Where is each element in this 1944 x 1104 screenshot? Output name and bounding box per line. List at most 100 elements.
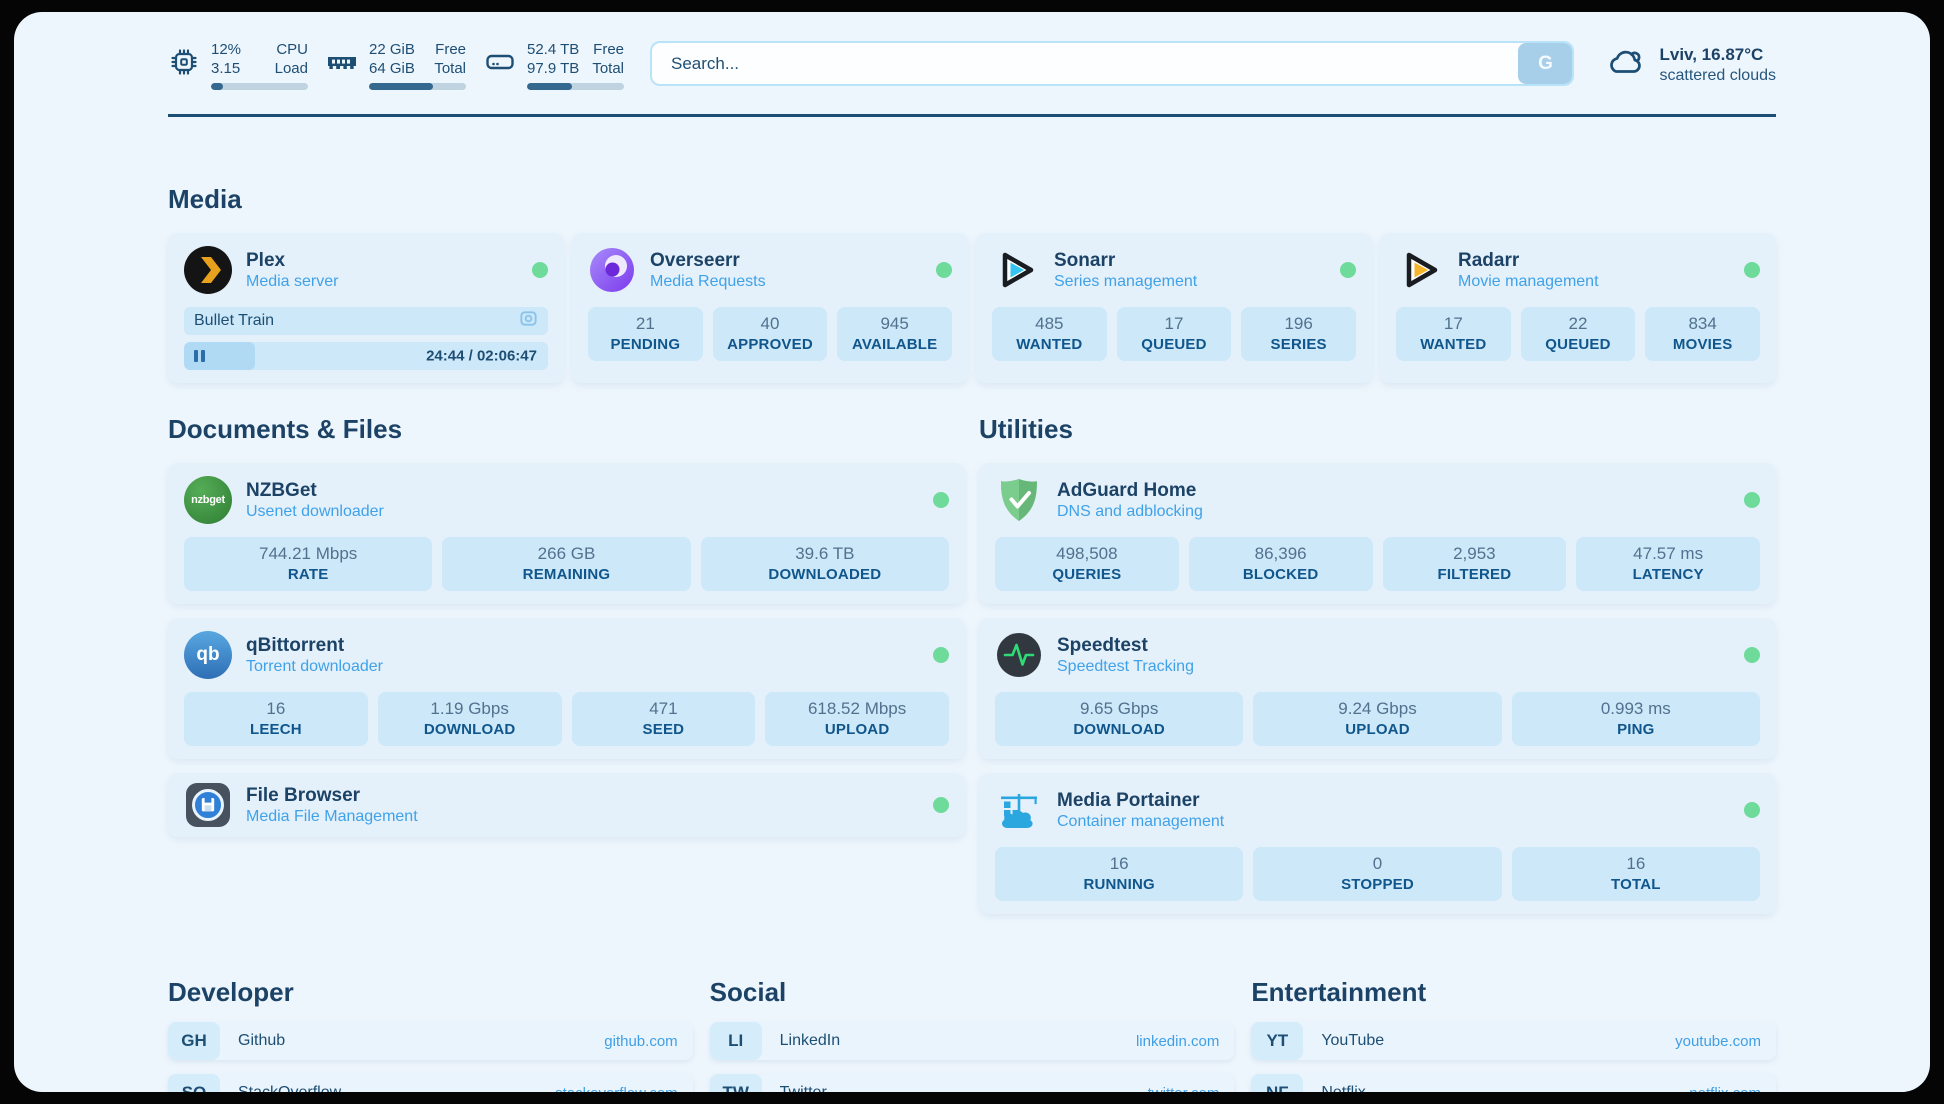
pause-icon[interactable] [194, 350, 205, 362]
stat-box: 21 PENDING [588, 307, 703, 361]
stat-value: 945 [841, 313, 948, 335]
search-bar: G [650, 41, 1574, 86]
media-card-grid: Plex Media server Bullet Train 24:44 / 0… [168, 233, 1776, 383]
stat-value: 2,953 [1387, 543, 1563, 565]
stat-value: 196 [1245, 313, 1352, 335]
app-name: qBittorrent [246, 634, 383, 657]
disk-progress-fill [527, 83, 572, 90]
stat-box: 9.65 Gbps DOWNLOAD [995, 692, 1243, 746]
stat-value: 17 [1400, 313, 1507, 335]
cpu-stat-widget: 12% 3.15 CPU Load [168, 40, 308, 90]
app-card-radarr[interactable]: Radarr Movie management 17 WANTED 22 QUE… [1380, 233, 1776, 383]
bookmark-url[interactable]: twitter.com [1148, 1085, 1220, 1093]
app-card-sonarr[interactable]: Sonarr Series management 485 WANTED 17 Q… [976, 233, 1372, 383]
stat-label: RATE [188, 565, 428, 584]
stat-value: 618.52 Mbps [769, 698, 945, 720]
ram-free: 22 GiB [369, 40, 415, 59]
section-title-media: Media [168, 183, 1776, 215]
cpu-percent: 12% [211, 40, 241, 59]
stat-value: 744.21 Mbps [188, 543, 428, 565]
cpu-load-label: Load [275, 59, 308, 78]
search-button[interactable]: G [1518, 43, 1572, 84]
bookmark-url[interactable]: linkedin.com [1136, 1033, 1219, 1050]
status-dot [933, 492, 949, 508]
bookmark-twitter[interactable]: TW Twitter twitter.com [710, 1074, 1235, 1092]
bookmark-url[interactable]: stackoverflow.com [555, 1085, 678, 1093]
stat-value: 40 [717, 313, 824, 335]
bookmark-name: LinkedIn [780, 1032, 1136, 1050]
section-title-developer: Developer [168, 976, 693, 1008]
playback-time: 24:44 / 02:06:47 [426, 348, 537, 365]
dashboard-page: 12% 3.15 CPU Load [14, 12, 1930, 1092]
app-name: NZBGet [246, 479, 384, 502]
stat-box: 471 SEED [572, 692, 756, 746]
topbar-divider [168, 114, 1776, 117]
bookmark-url[interactable]: youtube.com [1675, 1033, 1761, 1050]
stat-box: 498,508 QUERIES [995, 537, 1179, 591]
stat-value: 9.24 Gbps [1257, 698, 1497, 720]
status-dot [1340, 262, 1356, 278]
system-stats: 12% 3.15 CPU Load [168, 40, 624, 90]
portainer-icon [995, 786, 1043, 834]
app-card-portainer[interactable]: Media Portainer Container management 16 … [979, 773, 1776, 914]
stat-value: 16 [188, 698, 364, 720]
bookmark-url[interactable]: github.com [604, 1033, 677, 1050]
app-card-speedtest[interactable]: Speedtest Speedtest Tracking 9.65 Gbps D… [979, 618, 1776, 759]
stat-box: 17 WANTED [1396, 307, 1511, 361]
weather-location: Lviv, 16.87°C [1659, 44, 1776, 66]
speedtest-icon [995, 631, 1043, 679]
section-title-utilities: Utilities [979, 413, 1776, 445]
nzbget-icon: nzbget [184, 476, 232, 524]
search-input[interactable] [652, 43, 1518, 84]
stat-label: WANTED [1400, 335, 1507, 354]
app-card-overseerr[interactable]: Overseerr Media Requests 21 PENDING 40 A… [572, 233, 968, 383]
stat-label: SEED [576, 720, 752, 739]
bookmark-stackoverflow[interactable]: SO StackOverflow stackoverflow.com [168, 1074, 693, 1092]
app-description: Media File Management [246, 807, 418, 827]
stat-label: DOWNLOADED [705, 565, 945, 584]
bookmark-youtube[interactable]: YT YouTube youtube.com [1251, 1022, 1776, 1060]
status-dot [1744, 492, 1760, 508]
stat-box: 0.993 ms PING [1512, 692, 1760, 746]
ram-progress-fill [369, 83, 433, 90]
stat-box: 16 RUNNING [995, 847, 1243, 901]
disk-total-label: Total [592, 59, 624, 78]
stat-value: 0.993 ms [1516, 698, 1756, 720]
stat-box: 9.24 Gbps UPLOAD [1253, 692, 1501, 746]
app-description: Media server [246, 272, 338, 292]
stat-box: 618.52 Mbps UPLOAD [765, 692, 949, 746]
stat-value: 1.19 Gbps [382, 698, 558, 720]
stat-value: 485 [996, 313, 1103, 335]
disk-icon [484, 46, 516, 90]
section-title-social: Social [710, 976, 1235, 1008]
stat-value: 47.57 ms [1580, 543, 1756, 565]
cpu-progress-bar [211, 83, 308, 90]
cpu-load-avg: 3.15 [211, 59, 241, 78]
stat-value: 834 [1649, 313, 1756, 335]
app-card-filebrowser[interactable]: File Browser Media File Management [168, 773, 965, 837]
stat-box: 40 APPROVED [713, 307, 828, 361]
bookmark-name: StackOverflow [238, 1084, 555, 1092]
stat-box: 196 SERIES [1241, 307, 1356, 361]
bookmark-abbr: YT [1251, 1022, 1303, 1060]
stat-value: 16 [1516, 853, 1756, 875]
app-card-adguard[interactable]: AdGuard Home DNS and adblocking 498,508 … [979, 463, 1776, 604]
app-card-nzbget[interactable]: nzbget NZBGet Usenet downloader 744.21 M… [168, 463, 965, 604]
bookmark-github[interactable]: GH Github github.com [168, 1022, 693, 1060]
app-card-plex[interactable]: Plex Media server Bullet Train 24:44 / 0… [168, 233, 564, 383]
bookmark-url[interactable]: netflix.com [1689, 1085, 1761, 1093]
stat-label: LEECH [188, 720, 364, 739]
disk-free-label: Free [592, 40, 624, 59]
app-card-qbittorrent[interactable]: qb qBittorrent Torrent downloader 16 LEE… [168, 618, 965, 759]
app-description: Media Requests [650, 272, 766, 292]
app-description: Usenet downloader [246, 502, 384, 522]
bookmark-netflix[interactable]: NF Netflix netflix.com [1251, 1074, 1776, 1092]
bookmark-abbr: TW [710, 1074, 762, 1092]
stat-box: 834 MOVIES [1645, 307, 1760, 361]
stat-box: 86,396 BLOCKED [1189, 537, 1373, 591]
bookmark-group-developer: Developer GH Github github.com SO StackO… [168, 976, 693, 1092]
weather-condition: scattered clouds [1659, 66, 1776, 86]
bookmark-linkedin[interactable]: LI LinkedIn linkedin.com [710, 1022, 1235, 1060]
section-title-entertainment: Entertainment [1251, 976, 1776, 1008]
stat-label: UPLOAD [1257, 720, 1497, 739]
